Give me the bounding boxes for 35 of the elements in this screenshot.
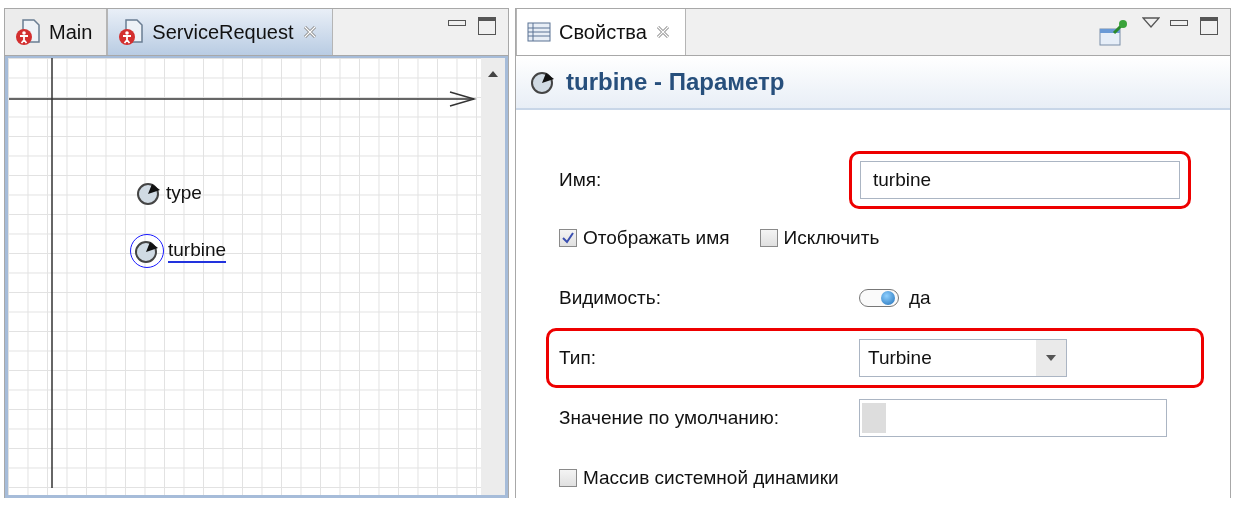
parameter-icon bbox=[136, 180, 162, 206]
parameter-icon bbox=[530, 69, 556, 95]
toggle-value: да bbox=[909, 287, 931, 309]
file-error-icon bbox=[118, 18, 145, 46]
field-label: Значение по умолчанию: bbox=[559, 407, 779, 428]
type-dropdown[interactable]: Turbine bbox=[859, 339, 1067, 377]
minimize-icon[interactable] bbox=[448, 20, 466, 26]
parameter-label[interactable]: type bbox=[166, 182, 202, 204]
checkbox[interactable] bbox=[759, 229, 778, 247]
checkbox-label[interactable]: Отображать имя bbox=[583, 227, 730, 249]
field-label: Видимость: bbox=[559, 287, 661, 308]
diagram-canvas[interactable]: type turbine bbox=[8, 58, 481, 495]
checkbox-label[interactable]: Исключить bbox=[783, 227, 880, 249]
properties-tab[interactable]: Свойства bbox=[516, 9, 686, 55]
view-menu-icon[interactable] bbox=[1142, 17, 1160, 29]
table-icon bbox=[527, 22, 551, 42]
pin-icon[interactable] bbox=[1098, 19, 1128, 47]
maximize-icon[interactable] bbox=[478, 17, 496, 35]
editor-tab[interactable]: ServiceRequest bbox=[107, 9, 333, 55]
parameter-label[interactable]: turbine bbox=[168, 239, 227, 263]
file-error-icon bbox=[15, 18, 41, 46]
field-label: Имя: bbox=[559, 169, 602, 190]
default-value-field[interactable] bbox=[859, 399, 1167, 437]
checkbox-label[interactable]: Массив системной динамики bbox=[583, 467, 839, 489]
checkbox[interactable] bbox=[559, 229, 577, 247]
scroll-up-icon[interactable] bbox=[487, 70, 499, 78]
editor-tab[interactable]: Main bbox=[5, 9, 108, 55]
field-label: Тип: bbox=[559, 347, 596, 368]
name-field[interactable]: turbine bbox=[860, 161, 1180, 199]
properties-title: turbine - Параметр bbox=[566, 68, 785, 96]
checkbox[interactable] bbox=[559, 469, 577, 487]
minimize-icon[interactable] bbox=[1170, 20, 1188, 26]
caret-icon bbox=[1045, 354, 1057, 362]
visibility-toggle[interactable] bbox=[859, 289, 899, 307]
maximize-icon[interactable] bbox=[1200, 17, 1218, 35]
